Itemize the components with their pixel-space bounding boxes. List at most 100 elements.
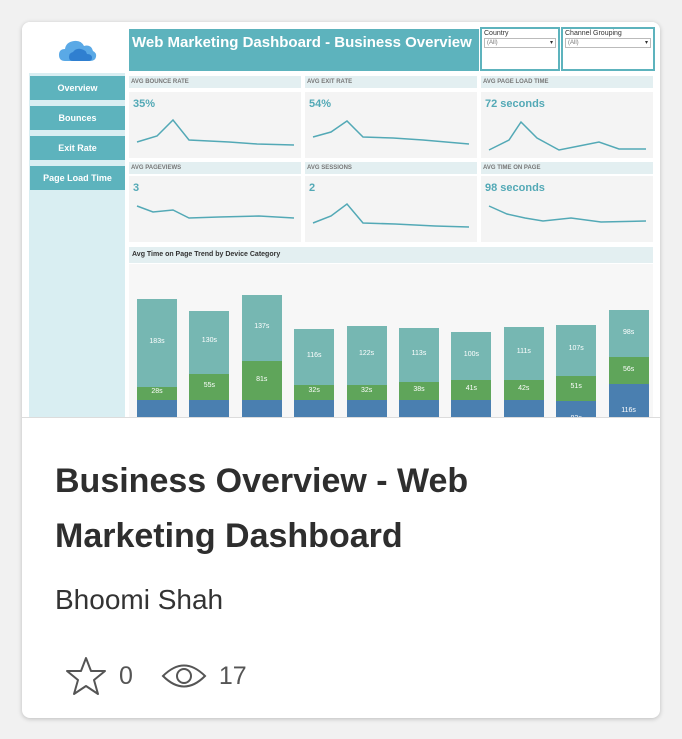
bar-segment[interactable]: 28s (137, 386, 177, 400)
filter-value: (All) (487, 40, 498, 46)
kpi-label: AVG SESSIONS (305, 162, 477, 174)
kpi-page-load-time[interactable]: 72 seconds (481, 92, 653, 158)
bar-label: 28s (151, 388, 163, 396)
bar-segment[interactable]: 32s (294, 384, 335, 400)
bar-segment[interactable]: 55s (189, 373, 230, 400)
kpi-value: 54% (309, 98, 332, 110)
bar-segment[interactable]: 122s (346, 326, 387, 385)
nav-bounces[interactable]: Bounces (30, 106, 125, 130)
bar-segment[interactable]: 38s (399, 381, 439, 400)
bar-label: 116s (306, 351, 322, 359)
bar-label: 82s (556, 415, 596, 417)
dropdown-arrow-icon: ▾ (549, 40, 553, 46)
kpi-label: AVG BOUNCE RATE (129, 76, 301, 88)
bar-label: 42s (518, 384, 530, 392)
bar-label: 130s (201, 337, 217, 345)
bar-segment[interactable]: 137s (241, 295, 282, 362)
bar-label: 98s (622, 328, 635, 336)
kpi-bounce-rate[interactable]: 35% (129, 92, 301, 158)
bar-segment[interactable]: 116s (608, 384, 649, 417)
bar-segment[interactable] (189, 400, 230, 417)
bar-segment[interactable]: 51s (556, 376, 597, 401)
kpi-label: AVG PAGEVIEWS (129, 162, 301, 174)
bar-label: 111s (516, 348, 531, 356)
sparkline (488, 205, 647, 223)
bar-segment[interactable]: 81s (241, 361, 282, 400)
bar-label: 100s (463, 351, 479, 359)
kpi-value: 3 (133, 182, 140, 194)
logo (29, 29, 125, 73)
bar-segment[interactable] (503, 400, 544, 417)
filter-value: (All) (568, 40, 579, 46)
bar-segment[interactable] (241, 400, 282, 417)
bar-label: 55s (203, 381, 216, 389)
stacked-bar-chart[interactable]: 28s 183s 55s 130s 81s 137s 32s 116s 32s 122s 38s 11… (129, 264, 653, 417)
views-count: 17 (218, 661, 247, 690)
bar-label: 107s (568, 345, 584, 353)
kpi-label: AVG PAGE LOAD TIME (481, 76, 653, 88)
bar-segment[interactable] (451, 400, 492, 417)
channel-grouping-select[interactable]: (All) ▾ (565, 38, 651, 48)
bar-label: 38s (413, 385, 425, 393)
bar-label: 32s (360, 387, 373, 395)
sparkline (312, 120, 470, 145)
sparkline (136, 118, 295, 146)
bar-segment[interactable]: 130s (189, 311, 230, 374)
filter-label: Channel Grouping (565, 30, 622, 37)
nav-page-load-time[interactable]: Page Load Time (30, 166, 125, 190)
bar-segment[interactable]: 82s (556, 400, 597, 417)
star-icon[interactable] (65, 656, 107, 696)
kpi-label: AVG EXIT RATE (305, 76, 477, 88)
bar-segment[interactable]: 107s (556, 324, 597, 377)
favorites-count: 0 (119, 661, 133, 690)
sparkline (312, 202, 470, 228)
bar-segment[interactable]: 41s (451, 380, 492, 400)
dashboard-sidebar: Overview Bounces Exit Rate Page Load Tim… (29, 29, 125, 417)
sparkline (488, 120, 646, 151)
bar-segment[interactable] (294, 400, 335, 417)
author-name[interactable]: Bhoomi Shah (55, 584, 223, 616)
bar-label: 122s (359, 350, 375, 358)
bar-label: 51s (570, 383, 582, 391)
country-filter[interactable]: Country (All) ▾ (480, 27, 560, 71)
kpi-pageviews[interactable]: 3 (129, 176, 301, 242)
bar-segment[interactable]: 111s (503, 326, 544, 380)
bar-segment[interactable]: 116s (294, 328, 335, 385)
eye-icon (161, 664, 207, 688)
card-stats: 0 17 (65, 656, 247, 696)
bar-label: 32s (308, 387, 320, 395)
workbook-title[interactable]: Business Overview - Web Marketing Dashbo… (55, 454, 635, 564)
workbook-card[interactable]: Overview Bounces Exit Rate Page Load Tim… (22, 22, 660, 718)
bar-label: 41s (465, 385, 478, 393)
bar-segment[interactable] (399, 400, 439, 417)
bar-segment[interactable]: 100s (451, 332, 492, 381)
bar-label: 56s (622, 365, 635, 373)
kpi-value: 72 seconds (485, 98, 545, 110)
dashboard-title: Web Marketing Dashboard - Business Overv… (129, 29, 479, 71)
bar-label: 113s (411, 349, 427, 357)
bar-segment[interactable] (346, 400, 387, 417)
kpi-sessions[interactable]: 2 (305, 176, 477, 242)
kpi-value: 98 seconds (485, 182, 545, 194)
bar-label: 137s (254, 323, 270, 331)
bar-segment[interactable]: 32s (346, 384, 387, 400)
sparkline (136, 205, 295, 219)
cloud-icon (59, 40, 97, 61)
bar-segment[interactable]: 56s (608, 357, 649, 385)
kpi-exit-rate[interactable]: 54% (305, 92, 477, 158)
nav-overview[interactable]: Overview (30, 76, 125, 100)
bar-segment[interactable]: 42s (503, 379, 544, 400)
dashboard-thumbnail[interactable]: Overview Bounces Exit Rate Page Load Tim… (22, 22, 660, 418)
bar-segment[interactable]: 113s (399, 327, 439, 382)
kpi-value: 2 (309, 182, 316, 194)
bar-segment[interactable] (137, 400, 177, 417)
bar-label: 183s (149, 337, 165, 345)
bar-segment[interactable]: 98s (608, 310, 649, 358)
bar-segment[interactable]: 183s (137, 298, 177, 387)
bar-label: 116s (621, 407, 636, 415)
dropdown-arrow-icon: ▾ (644, 40, 648, 46)
channel-grouping-filter[interactable]: Channel Grouping (All) ▾ (561, 27, 655, 71)
kpi-time-on-page[interactable]: 98 seconds (481, 176, 653, 242)
country-select[interactable]: (All) ▾ (484, 38, 556, 48)
nav-exit-rate[interactable]: Exit Rate (30, 136, 125, 160)
